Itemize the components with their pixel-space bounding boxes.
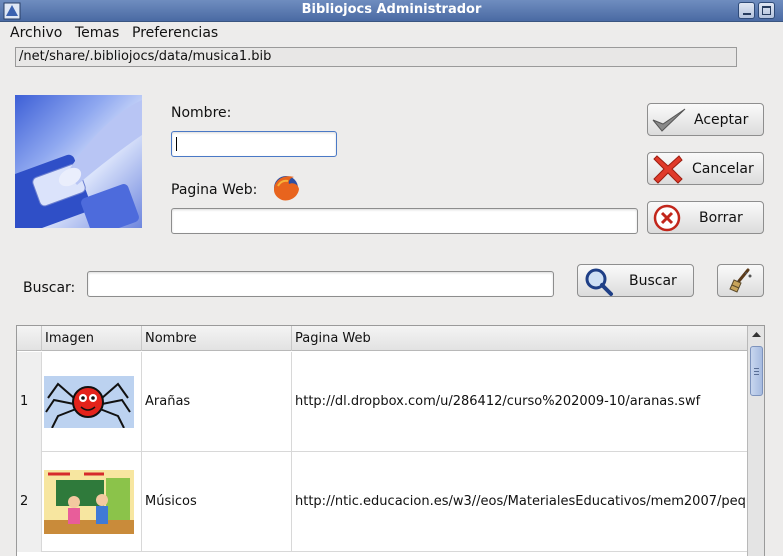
table-row[interactable]: 1 Arañas http://dl.dropbox.com/u/286412/…: [17, 352, 747, 452]
table-row[interactable]: 2 Músicos http://ntic.educacion.es/w3//e…: [17, 452, 747, 552]
aceptar-button[interactable]: Aceptar: [647, 103, 764, 136]
entries-table: Imagen Nombre Pagina Web 1 Arañas http:/…: [16, 325, 765, 556]
maximize-button[interactable]: [758, 2, 775, 19]
row-number: 1: [17, 352, 42, 452]
menu-temas[interactable]: Temas: [75, 25, 119, 41]
delete-circle-icon: [653, 204, 681, 232]
header-nombre[interactable]: Nombre: [142, 326, 292, 351]
minimize-icon: [743, 13, 751, 15]
magnifier-icon: [585, 268, 613, 296]
scroll-thumb[interactable]: [750, 346, 763, 396]
checkmark-icon: [652, 108, 686, 132]
maximize-icon: [762, 6, 771, 15]
cancelar-label: Cancelar: [692, 161, 754, 177]
buscar-button-label: Buscar: [629, 273, 677, 289]
row-nombre: Arañas: [145, 394, 191, 409]
row-web: http://dl.dropbox.com/u/286412/curso%202…: [295, 394, 701, 409]
scroll-up-arrow-icon[interactable]: [750, 328, 763, 341]
row-nombre: Músicos: [145, 494, 197, 509]
web-label: Pagina Web:: [171, 182, 258, 198]
minimize-button[interactable]: [738, 2, 755, 19]
nombre-label: Nombre:: [171, 105, 232, 121]
row-image-cell: [42, 452, 142, 552]
menu-archivo[interactable]: Archivo: [10, 25, 62, 41]
row-web-cell: http://ntic.educacion.es/w3//eos/Materia…: [292, 452, 747, 552]
menubar: Archivo Temas Preferencias: [0, 22, 783, 44]
row-web: http://ntic.educacion.es/w3//eos/Materia…: [295, 494, 747, 509]
table-scrollbar[interactable]: [747, 326, 764, 556]
spider-image: [44, 376, 134, 428]
buscar-button[interactable]: Buscar: [577, 264, 694, 297]
window-title: Bibliojocs Administrador: [301, 2, 482, 17]
row-nombre-cell: Arañas: [142, 352, 292, 452]
keyboard-hand-image: [15, 100, 142, 228]
clean-button[interactable]: [717, 264, 764, 297]
menu-preferencias[interactable]: Preferencias: [132, 25, 218, 41]
search-input[interactable]: [87, 271, 554, 297]
file-path-display: /net/share/.bibliojocs/data/musica1.bib: [15, 47, 737, 67]
row-web-cell: http://dl.dropbox.com/u/286412/curso%202…: [292, 352, 747, 452]
nombre-input[interactable]: [171, 131, 337, 157]
buscar-label: Buscar:: [23, 280, 76, 296]
text-cursor: [176, 137, 177, 151]
entry-photo: [15, 95, 142, 228]
broom-icon: [729, 268, 752, 293]
cancelar-button[interactable]: Cancelar: [647, 152, 764, 185]
table-header: Imagen Nombre Pagina Web: [17, 326, 747, 351]
borrar-button[interactable]: Borrar: [647, 201, 764, 234]
row-number: 2: [17, 452, 42, 552]
row-image-cell: [42, 352, 142, 452]
header-rownum: [17, 326, 42, 351]
header-pagina-web[interactable]: Pagina Web: [292, 326, 747, 351]
red-x-icon: [653, 155, 683, 184]
window-titlebar: Bibliojocs Administrador: [0, 0, 783, 22]
aceptar-label: Aceptar: [694, 112, 749, 128]
borrar-label: Borrar: [699, 210, 743, 226]
web-input[interactable]: [171, 208, 638, 234]
header-imagen[interactable]: Imagen: [42, 326, 142, 351]
musicians-image: [44, 470, 134, 534]
row-nombre-cell: Músicos: [142, 452, 292, 552]
firefox-icon: [274, 176, 299, 201]
